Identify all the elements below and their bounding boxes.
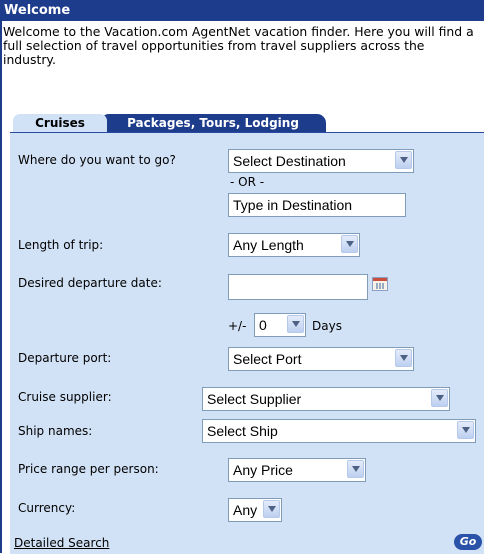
chevron-down-icon [395,151,412,169]
chevron-down-icon [287,315,304,333]
trip-length-value: Any Length [233,237,304,253]
cruise-search-panel: Where do you want to go? Select Destinat… [10,132,484,554]
departure-port-select[interactable]: Select Port [228,347,414,371]
intro-text: Welcome to the Vacation.com AgentNet vac… [3,24,474,67]
chevron-down-icon [263,500,280,518]
destination-select[interactable]: Select Destination [228,149,414,173]
chevron-down-icon [457,421,474,439]
tab-cruises[interactable]: Cruises [13,114,107,134]
price-range-label: Price range per person: [18,462,159,476]
welcome-header: Welcome [0,0,484,21]
trip-length-label: Length of trip: [18,238,104,252]
currency-value: Any [233,502,258,518]
days-range-value: 0 [259,317,267,333]
departure-port-label: Departure port: [18,351,112,365]
left-border [0,21,2,553]
ship-names-select[interactable]: Select Ship [202,419,476,443]
chevron-down-icon [431,389,448,407]
cruise-supplier-value: Select Supplier [207,391,302,407]
cruise-supplier-label: Cruise supplier: [18,390,112,404]
tab-packages-tours-lodging[interactable]: Packages, Tours, Lodging [100,114,326,134]
departure-date-input[interactable] [228,274,368,300]
or-text: - OR - [230,175,265,189]
calendar-icon[interactable] [372,277,388,291]
destination-text-input[interactable]: Type in Destination [228,193,406,217]
detailed-search-link[interactable]: Detailed Search [14,536,109,550]
destination-label: Where do you want to go? [18,153,176,167]
days-label: Days [312,319,342,333]
currency-label: Currency: [18,501,76,515]
ship-names-label: Ship names: [18,424,93,438]
plus-minus-label: +/- [228,319,247,333]
departure-date-label: Desired departure date: [18,276,162,290]
chevron-down-icon [347,460,364,478]
trip-length-select[interactable]: Any Length [228,233,360,257]
cruise-supplier-select[interactable]: Select Supplier [202,387,450,411]
currency-select[interactable]: Any [228,498,282,522]
ship-names-value: Select Ship [207,423,278,439]
price-range-select[interactable]: Any Price [228,458,366,482]
departure-port-value: Select Port [233,351,302,367]
days-range-select[interactable]: 0 [254,313,306,337]
go-button[interactable]: Go [454,534,482,550]
price-range-value: Any Price [233,462,293,478]
chevron-down-icon [341,235,358,253]
destination-select-value: Select Destination [233,153,346,169]
chevron-down-icon [395,349,412,367]
